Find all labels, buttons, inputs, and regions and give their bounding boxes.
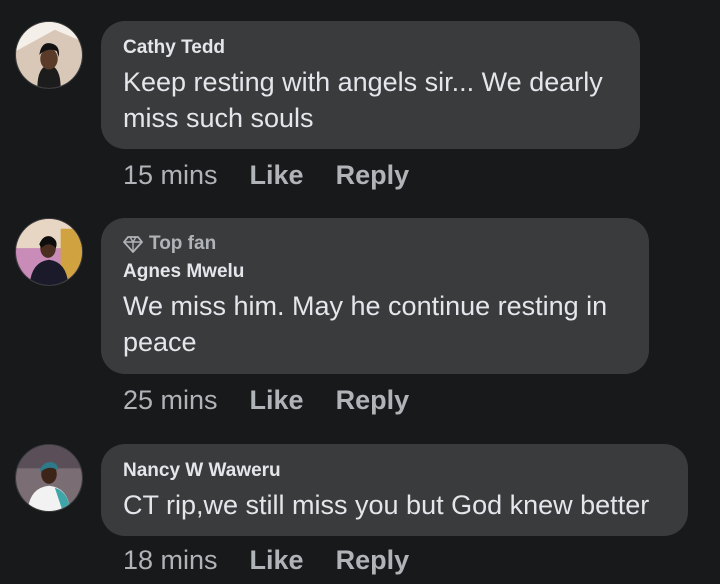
comment-bubble: Nancy W Waweru CT rip,we still miss you … bbox=[101, 444, 688, 536]
comment-author[interactable]: Nancy W Waweru bbox=[123, 458, 666, 484]
comment-actions: 15 mins Like Reply bbox=[123, 160, 409, 191]
like-button[interactable]: Like bbox=[250, 160, 304, 191]
comment-timestamp[interactable]: 18 mins bbox=[123, 545, 218, 576]
like-button[interactable]: Like bbox=[250, 545, 304, 576]
avatar[interactable] bbox=[15, 218, 83, 286]
avatar-image bbox=[16, 22, 82, 88]
comment-bubble: Top fan Agnes Mwelu We miss him. May he … bbox=[101, 218, 649, 374]
comment-text: We miss him. May he continue resting in … bbox=[123, 291, 608, 357]
top-fan-badge: Top fan bbox=[123, 232, 627, 256]
reply-button[interactable]: Reply bbox=[336, 160, 410, 191]
comment-timestamp[interactable]: 15 mins bbox=[123, 160, 218, 191]
comment-actions: 18 mins Like Reply bbox=[123, 545, 409, 576]
avatar[interactable] bbox=[15, 444, 83, 512]
avatar-image bbox=[16, 445, 82, 511]
avatar-image bbox=[16, 219, 82, 285]
comment-bubble: Cathy Tedd Keep resting with angels sir.… bbox=[101, 21, 640, 149]
reply-button[interactable]: Reply bbox=[336, 545, 410, 576]
badge-label: Top fan bbox=[149, 233, 217, 254]
avatar[interactable] bbox=[15, 21, 83, 89]
comment-actions: 25 mins Like Reply bbox=[123, 385, 409, 416]
comment-author[interactable]: Agnes Mwelu bbox=[123, 259, 627, 285]
comment-author[interactable]: Cathy Tedd bbox=[123, 35, 618, 61]
comment-timestamp[interactable]: 25 mins bbox=[123, 385, 218, 416]
diamond-icon bbox=[123, 236, 143, 253]
reply-button[interactable]: Reply bbox=[336, 385, 410, 416]
comment-text: Keep resting with angels sir... We dearl… bbox=[123, 67, 603, 133]
comment-text: CT rip,we still miss you but God knew be… bbox=[123, 490, 650, 520]
like-button[interactable]: Like bbox=[250, 385, 304, 416]
